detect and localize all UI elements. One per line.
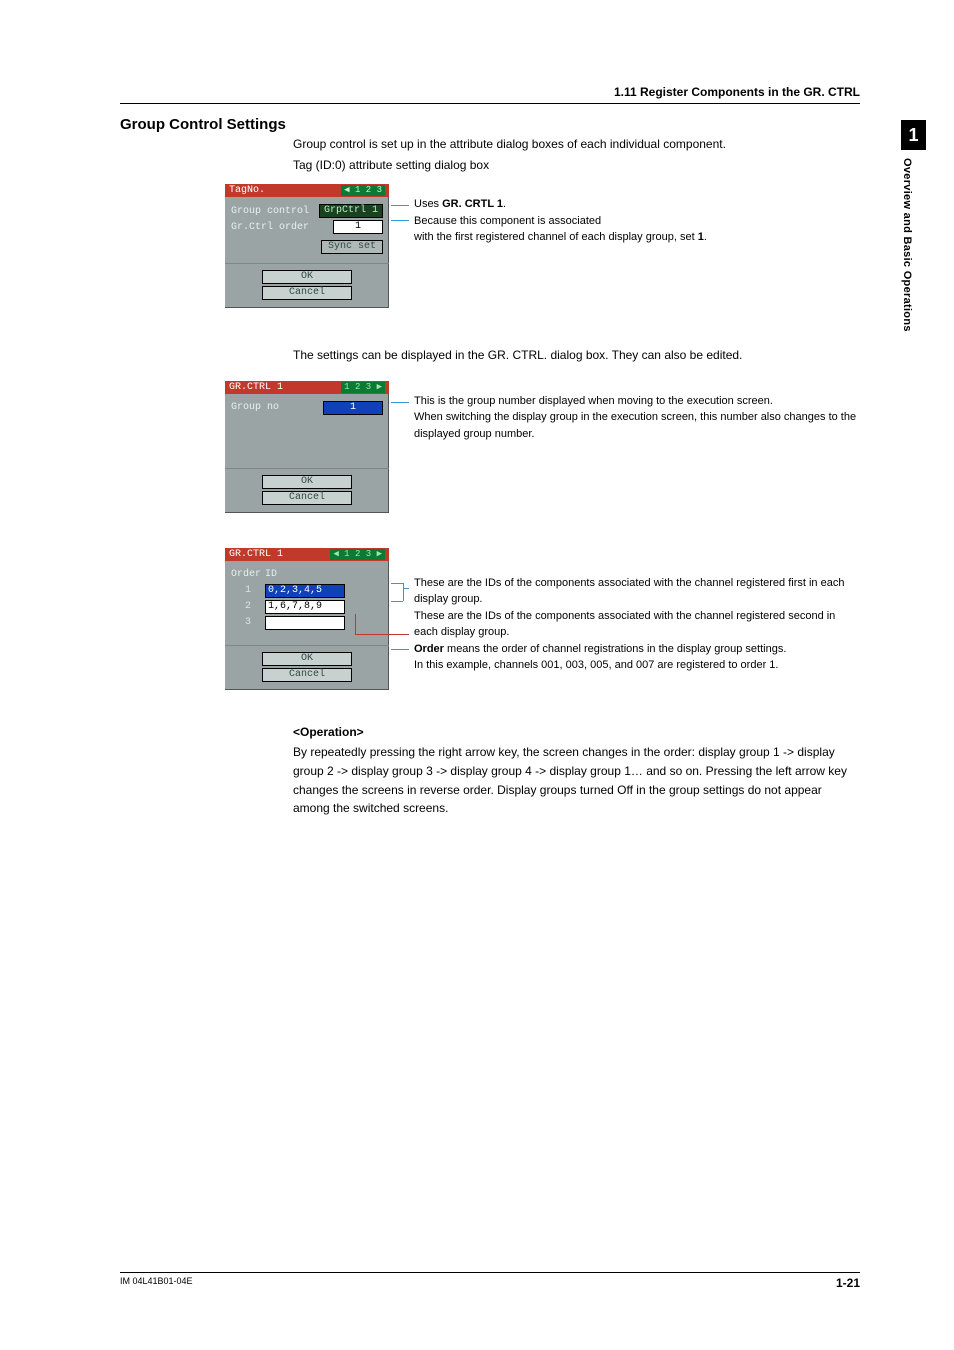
leader-line: [355, 634, 409, 635]
dialog-titlebar: TagNo. ◀ 1 2 3: [225, 184, 389, 197]
mid-paragraph: The settings can be displayed in the GR.…: [293, 346, 860, 365]
footer-page-number: 1-21: [836, 1276, 860, 1290]
dialog-grctrl-order-id: GR.CTRL 1 ◀ 1 2 3 ▶ Order ID 1 0,2,3,4,5…: [223, 546, 391, 692]
field-value-grctrl-order[interactable]: 1: [333, 220, 383, 234]
dialog-title-text: TagNo.: [229, 185, 265, 196]
dialog-titlebar: GR.CTRL 1 1 2 3 ▶: [225, 381, 389, 394]
operation-heading: <Operation>: [293, 723, 860, 742]
leader-line: [403, 583, 404, 601]
leader-line: [391, 402, 409, 403]
chapter-number-box: 1: [901, 120, 926, 150]
column-header-id: ID: [265, 569, 277, 580]
field-value-group-control[interactable]: GrpCtrl 1: [319, 204, 383, 218]
dialog-title-text: GR.CTRL 1: [229, 549, 283, 560]
order-cell: 3: [231, 617, 265, 628]
ok-button[interactable]: OK: [262, 475, 352, 489]
id-cell-1[interactable]: 0,2,3,4,5: [265, 584, 345, 598]
field-value-group-no[interactable]: 1: [323, 401, 383, 415]
section-heading: Group Control Settings: [120, 116, 860, 133]
id-cell-3[interactable]: [265, 616, 345, 630]
dialog-titlebar: GR.CTRL 1 ◀ 1 2 3 ▶: [225, 548, 389, 561]
intro-para-2: Tag (ID:0) attribute setting dialog box: [293, 156, 860, 175]
header-rule: [120, 103, 860, 104]
running-header: 1.11 Register Components in the GR. CTRL: [120, 85, 860, 103]
dialog-tagno: TagNo. ◀ 1 2 3 Group control GrpCtrl 1 G…: [223, 182, 391, 310]
leader-line: [391, 649, 409, 650]
leader-line: [391, 205, 409, 206]
dialog-grctrl-groupno: GR.CTRL 1 1 2 3 ▶ Group no 1 OK Cancel: [223, 379, 391, 515]
page-indicator: 1 2 3 ▶: [341, 382, 385, 393]
annotation-2: This is the group number displayed when …: [414, 393, 860, 443]
ok-button[interactable]: OK: [262, 270, 352, 284]
cancel-button[interactable]: Cancel: [262, 668, 352, 682]
page-indicator: ◀ 1 2 3 ▶: [330, 549, 385, 560]
intro-para-1: Group control is set up in the attribute…: [293, 135, 860, 154]
annotation-1: Uses GR. CRTL 1. Because this component …: [414, 196, 854, 246]
dialog-title-text: GR.CTRL 1: [229, 382, 283, 393]
order-cell: 2: [231, 601, 265, 612]
order-cell: 1: [231, 585, 265, 596]
chapter-side-tab: 1 Overview and Basic Operations: [901, 120, 926, 332]
leader-line: [403, 588, 409, 589]
leader-line: [391, 220, 409, 221]
chapter-title-vertical: Overview and Basic Operations: [901, 150, 913, 332]
leader-line: [355, 614, 356, 634]
cancel-button[interactable]: Cancel: [262, 286, 352, 300]
page-indicator: ◀ 1 2 3: [341, 185, 385, 196]
ok-button[interactable]: OK: [262, 652, 352, 666]
field-label-grctrl-order: Gr.Ctrl order: [231, 222, 333, 233]
field-label-group-control: Group control: [231, 206, 319, 217]
annotation-3: These are the IDs of the components asso…: [414, 575, 860, 674]
field-label-group-no: Group no: [231, 402, 323, 413]
sync-set-button[interactable]: Sync set: [321, 240, 383, 254]
footer-doc-id: IM 04L41B01-04E: [120, 1276, 193, 1290]
id-cell-2[interactable]: 1,6,7,8,9: [265, 600, 345, 614]
leader-line: [391, 601, 403, 602]
page-footer: IM 04L41B01-04E 1-21: [120, 1272, 860, 1290]
cancel-button[interactable]: Cancel: [262, 491, 352, 505]
leader-line: [391, 583, 403, 584]
operation-body: By repeatedly pressing the right arrow k…: [293, 743, 860, 817]
column-header-order: Order: [231, 569, 265, 580]
